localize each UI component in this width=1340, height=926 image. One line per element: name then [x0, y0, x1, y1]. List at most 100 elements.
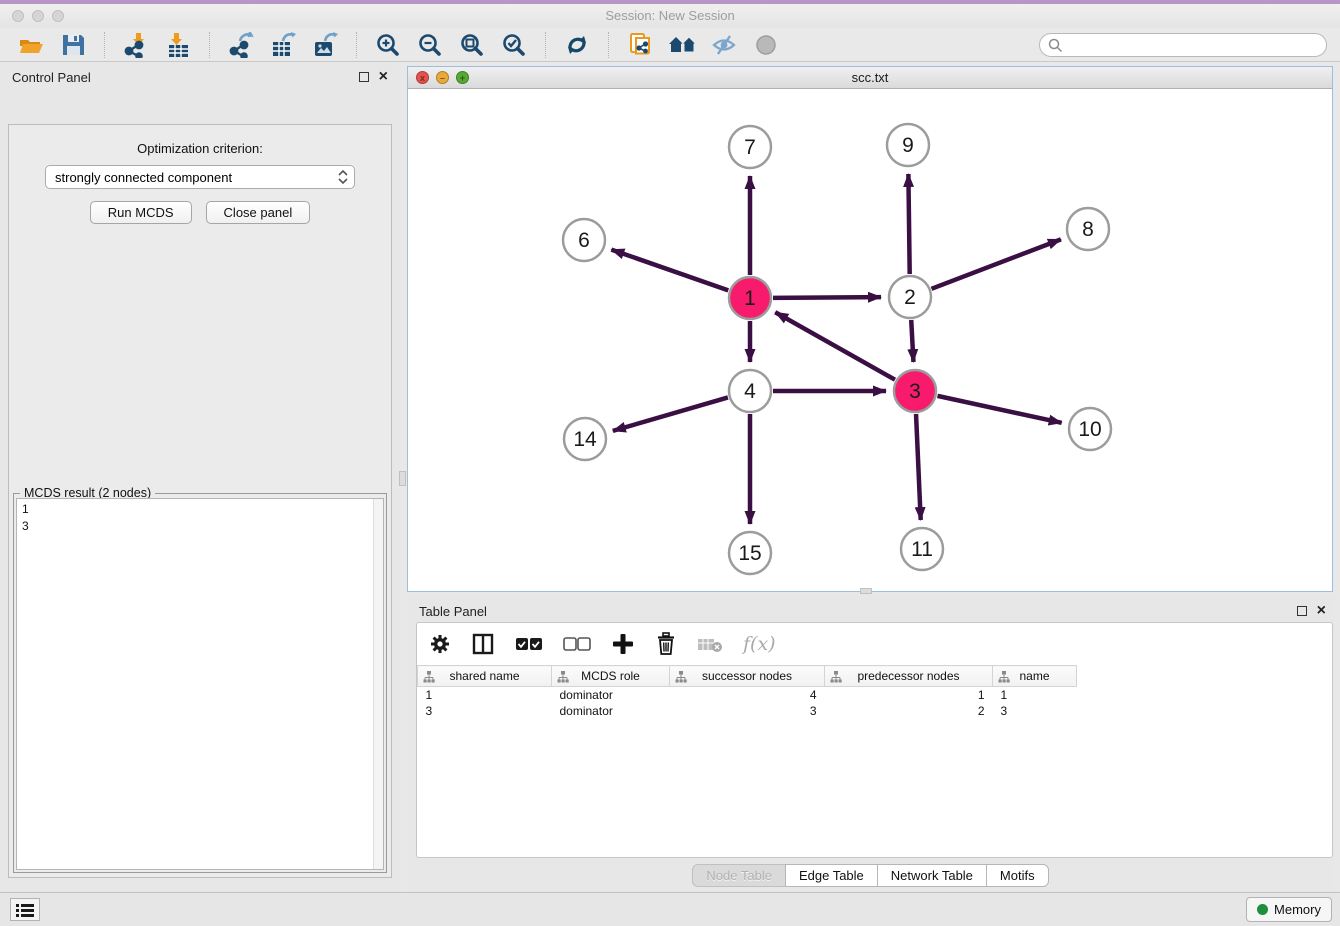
network-maximize-icon[interactable]: + — [456, 71, 469, 84]
float-panel-icon[interactable] — [359, 72, 369, 82]
node-label-1: 1 — [744, 287, 756, 310]
edge-3-1[interactable] — [775, 312, 895, 379]
clone-network-icon[interactable] — [626, 31, 654, 59]
delete-column-icon[interactable] — [655, 632, 677, 656]
tab-network-table[interactable]: Network Table — [877, 864, 987, 887]
export-image-icon[interactable] — [311, 31, 339, 59]
edge-3-10[interactable] — [937, 396, 1061, 423]
table-panel-title: Table Panel — [419, 604, 1297, 619]
table-cell: 1 — [418, 687, 552, 703]
optimization-criterion-label: Optimization criterion: — [9, 141, 391, 156]
network-minimize-icon[interactable]: – — [436, 71, 449, 84]
import-table-icon[interactable] — [164, 31, 192, 59]
edge-1-2[interactable] — [773, 297, 881, 298]
control-panel-header: Control Panel × — [0, 62, 400, 92]
horizontal-splitter-handle[interactable] — [860, 588, 872, 594]
criterion-select[interactable]: strongly connected component — [45, 165, 355, 189]
edge-4-14[interactable] — [613, 397, 728, 430]
node-label-11: 11 — [911, 538, 933, 561]
column-header-shared-name[interactable]: shared name — [418, 666, 552, 687]
node-label-4: 4 — [744, 380, 756, 403]
network-view-window: x – + scc.txt 7968124314101511 — [407, 66, 1333, 592]
float-panel-icon[interactable] — [1297, 606, 1307, 616]
zoom-fit-icon[interactable] — [458, 31, 486, 59]
select-stepper-icon — [338, 169, 348, 185]
node-table-container: f(x) shared nameMCDS rolesuccessor nodes… — [416, 622, 1333, 858]
node-table: shared nameMCDS rolesuccessor nodesprede… — [417, 665, 1077, 719]
table-cell: 3 — [993, 703, 1077, 719]
import-network-icon[interactable] — [122, 31, 150, 59]
delete-table-icon — [697, 635, 723, 653]
tab-edge-table[interactable]: Edge Table — [785, 864, 878, 887]
function-builder-icon: f(x) — [743, 633, 776, 655]
eye-slash-icon[interactable] — [710, 31, 738, 59]
edge-2-9[interactable] — [908, 174, 909, 274]
column-header-name[interactable]: name — [993, 666, 1077, 687]
show-all-icon[interactable] — [752, 31, 780, 59]
window-title: Session: New Session — [0, 8, 1340, 23]
network-window-title: scc.txt — [408, 67, 1332, 88]
memory-status-icon — [1257, 904, 1268, 915]
export-table-icon[interactable] — [269, 31, 297, 59]
table-row[interactable]: 3dominator323 — [418, 703, 1077, 719]
table-row[interactable]: 1dominator411 — [418, 687, 1077, 703]
zoom-in-icon[interactable] — [374, 31, 402, 59]
close-panel-icon[interactable]: × — [1317, 604, 1326, 618]
table-cell: 1 — [825, 687, 993, 703]
column-header-successor-nodes[interactable]: successor nodes — [670, 666, 825, 687]
close-panel-button[interactable]: Close panel — [206, 201, 311, 224]
table-cell: 1 — [993, 687, 1077, 703]
split-view-icon[interactable] — [471, 632, 495, 656]
tab-motifs[interactable]: Motifs — [986, 864, 1049, 887]
network-close-icon[interactable]: x — [416, 71, 429, 84]
column-header-predecessor-nodes[interactable]: predecessor nodes — [825, 666, 993, 687]
tree-icon — [830, 671, 842, 683]
vertical-splitter-handle[interactable] — [399, 471, 406, 486]
task-history-button[interactable] — [10, 898, 40, 921]
mcds-result-group: MCDS result (2 nodes) 1 3 — [13, 493, 387, 873]
tab-node-table[interactable]: Node Table — [692, 864, 786, 887]
search-input[interactable] — [1068, 38, 1326, 52]
close-panel-icon[interactable]: × — [379, 70, 388, 84]
network-canvas[interactable]: 7968124314101511 — [408, 89, 1332, 591]
refresh-icon[interactable] — [563, 31, 591, 59]
edge-1-6[interactable] — [611, 250, 728, 291]
edge-2-3[interactable] — [911, 320, 913, 362]
list-icon — [16, 903, 34, 917]
select-all-icon[interactable] — [515, 636, 543, 652]
toolbar-separator — [608, 32, 609, 58]
table-cell: 3 — [670, 703, 825, 719]
mcds-panel: Optimization criterion: strongly connect… — [8, 124, 392, 878]
deselect-all-icon[interactable] — [563, 636, 591, 652]
search-icon — [1048, 38, 1063, 53]
run-mcds-button[interactable]: Run MCDS — [90, 201, 192, 224]
node-label-7: 7 — [744, 136, 756, 159]
criterion-value: strongly connected component — [55, 170, 338, 185]
node-label-9: 9 — [902, 134, 914, 157]
column-header-MCDS-role[interactable]: MCDS role — [552, 666, 670, 687]
zoom-out-icon[interactable] — [416, 31, 444, 59]
node-label-6: 6 — [578, 229, 590, 252]
node-label-3: 3 — [909, 380, 921, 403]
table-panel-tabs: Node TableEdge TableNetwork TableMotifs — [407, 864, 1334, 887]
mcds-result-text[interactable]: 1 3 — [16, 498, 384, 870]
toolbar-separator — [209, 32, 210, 58]
toolbar-separator — [545, 32, 546, 58]
mcds-result-scrollbar[interactable] — [373, 499, 383, 869]
export-network-icon[interactable] — [227, 31, 255, 59]
edge-3-11[interactable] — [916, 414, 921, 520]
search-field[interactable] — [1039, 33, 1327, 57]
add-column-icon[interactable] — [611, 632, 635, 656]
settings-icon[interactable] — [429, 633, 451, 655]
toolbar-separator — [104, 32, 105, 58]
network-window-titlebar[interactable]: x – + scc.txt — [408, 67, 1332, 89]
control-panel-title: Control Panel — [12, 70, 359, 85]
save-session-icon[interactable] — [59, 31, 87, 59]
home-pair-icon[interactable] — [668, 31, 696, 59]
edge-2-8[interactable] — [931, 239, 1060, 288]
zoom-selected-icon[interactable] — [500, 31, 528, 59]
tree-icon — [557, 671, 569, 683]
open-session-icon[interactable] — [17, 31, 45, 59]
titlebar: Session: New Session — [0, 4, 1340, 28]
memory-button[interactable]: Memory — [1246, 897, 1332, 922]
